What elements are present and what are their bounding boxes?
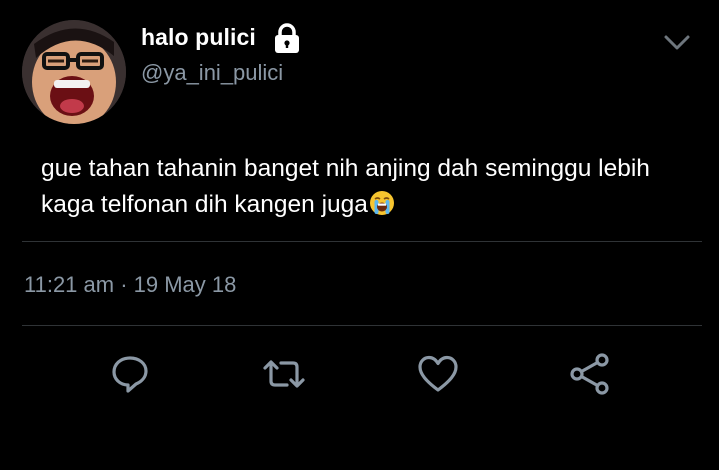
share-button[interactable] xyxy=(568,352,612,396)
avatar[interactable] xyxy=(22,20,126,124)
reply-button[interactable] xyxy=(108,352,152,396)
chevron-down-icon[interactable] xyxy=(662,30,692,54)
lock-icon xyxy=(272,22,302,54)
divider xyxy=(22,325,702,326)
heart-icon xyxy=(418,355,458,392)
display-name[interactable]: halo pulici xyxy=(141,24,256,51)
divider xyxy=(22,241,702,242)
share-icon xyxy=(570,353,609,395)
tweet-timestamp[interactable]: 11:21 am · 19 May 18 xyxy=(24,272,236,298)
reply-icon xyxy=(112,356,148,393)
tweet-text-content: gue tahan tahanin banget nih anjing dah … xyxy=(41,155,650,218)
tweet-detail: halo pulici @ya_ini_pulici gue tahan tah… xyxy=(0,0,719,470)
retweet-icon xyxy=(263,360,305,388)
loudly-crying-face-icon xyxy=(369,190,395,216)
tweet-text: gue tahan tahanin banget nih anjing dah … xyxy=(41,151,701,223)
user-handle[interactable]: @ya_ini_pulici xyxy=(141,60,283,86)
like-button[interactable] xyxy=(416,352,460,396)
retweet-button[interactable] xyxy=(262,352,306,396)
avatar-face-icon xyxy=(22,20,126,124)
